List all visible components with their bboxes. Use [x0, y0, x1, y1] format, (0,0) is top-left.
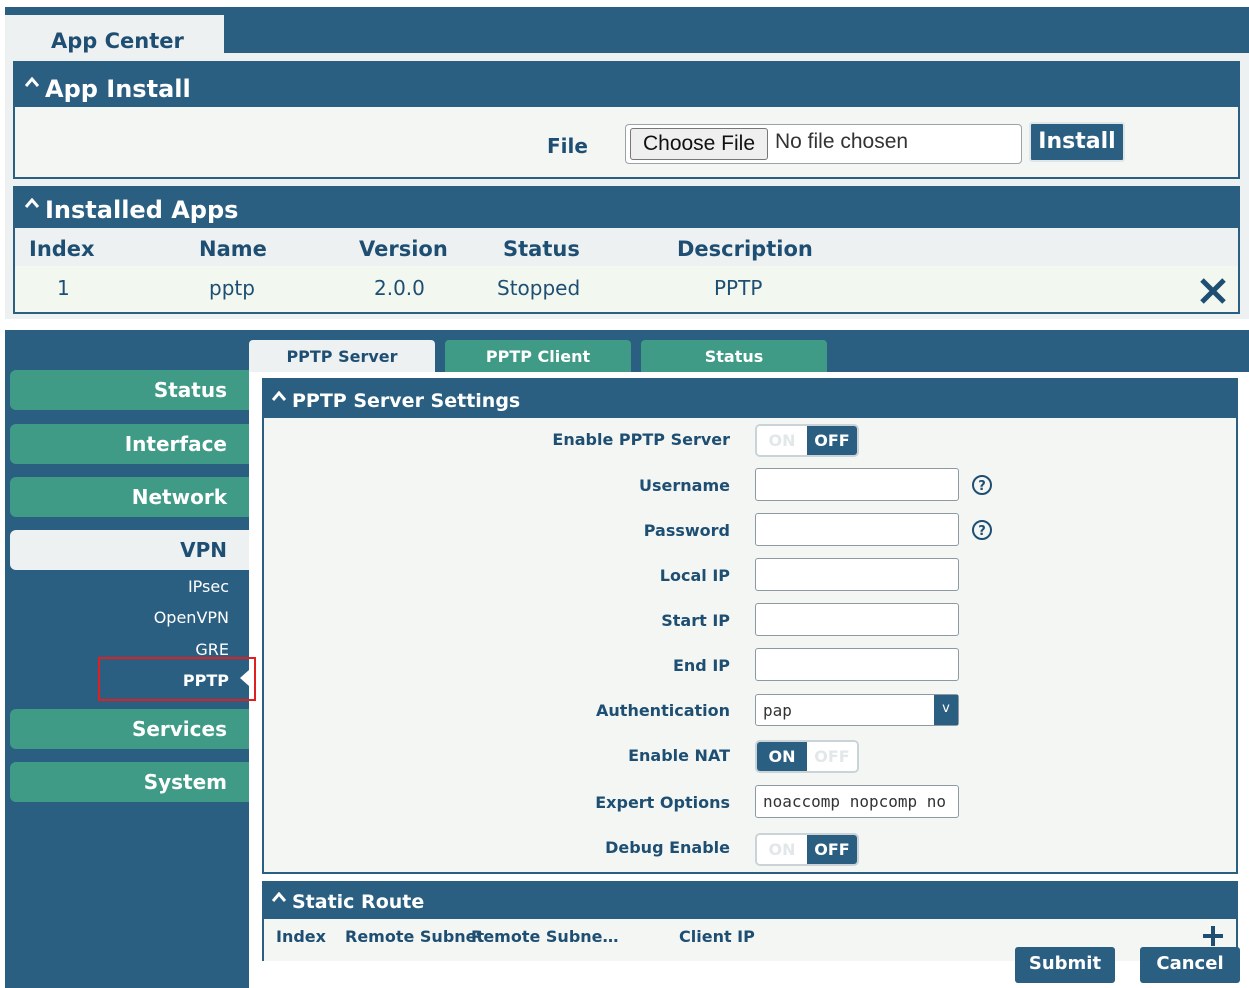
toggle-off-label: OFF [807, 835, 857, 864]
start-ip-input[interactable] [755, 603, 959, 636]
enable-pptp-server-toggle[interactable]: ON OFF [755, 424, 859, 457]
column-header-remote-subnet: Remote Subnet [345, 927, 485, 946]
authentication-value: pap [763, 701, 792, 720]
cancel-button[interactable]: Cancel [1140, 947, 1240, 983]
installed-apps-header[interactable]: Installed Apps [15, 188, 1238, 228]
svg-text:?: ? [978, 524, 986, 539]
help-icon[interactable]: ? [971, 474, 993, 496]
caret-up-icon [25, 77, 39, 89]
installed-apps-table-header: Index Name Version Status Description [15, 228, 1238, 266]
no-file-chosen-text: No file chosen [775, 130, 909, 153]
app-install-section: App Install File Choose File No file cho… [13, 61, 1240, 179]
close-icon[interactable] [1198, 276, 1228, 306]
end-ip-input[interactable] [755, 648, 959, 681]
expert-options-label: Expert Options [595, 793, 730, 812]
sidebar-subitem-ipsec[interactable]: IPsec [10, 577, 229, 596]
local-ip-input[interactable] [755, 558, 959, 591]
pptp-server-settings-header[interactable]: PPTP Server Settings [264, 380, 1236, 418]
enable-pptp-server-label: Enable PPTP Server [552, 430, 730, 449]
plus-icon[interactable] [1200, 923, 1226, 949]
svg-text:?: ? [978, 479, 986, 494]
tab-pptp-server[interactable]: PPTP Server [249, 340, 435, 372]
static-route-title: Static Route [292, 891, 425, 913]
password-input[interactable] [755, 513, 959, 546]
file-label: File [547, 134, 588, 158]
local-ip-label: Local IP [659, 566, 730, 585]
authentication-select[interactable]: pap v [755, 694, 959, 726]
toggle-off-label: OFF [807, 426, 857, 455]
enable-nat-toggle[interactable]: ON OFF [755, 740, 859, 773]
sidebar-item-status[interactable]: Status [10, 370, 249, 410]
help-icon[interactable]: ? [971, 519, 993, 541]
router-config-panel: Status Interface Network VPN IPsec OpenV… [5, 330, 1249, 988]
enable-nat-label: Enable NAT [628, 746, 730, 765]
column-header-name: Name [199, 237, 267, 261]
pptp-server-settings-title: PPTP Server Settings [292, 390, 521, 412]
toggle-on-label: ON [757, 742, 807, 771]
tab-status[interactable]: Status [641, 340, 827, 372]
toggle-off-label: OFF [807, 742, 857, 771]
tab-app-center[interactable]: App Center [5, 15, 224, 61]
authentication-label: Authentication [596, 701, 730, 720]
triangle-left-icon [240, 670, 249, 686]
sidebar-item-vpn[interactable]: VPN [10, 530, 249, 570]
app-install-header[interactable]: App Install [15, 63, 1238, 107]
table-row: 1 pptp 2.0.0 Stopped PPTP [15, 266, 1238, 310]
sidebar-subitem-openvpn[interactable]: OpenVPN [10, 608, 229, 627]
username-label: Username [639, 476, 730, 495]
debug-enable-label: Debug Enable [605, 838, 730, 857]
column-header-status: Status [503, 237, 580, 261]
column-header-description: Description [677, 237, 813, 261]
installed-apps-title: Installed Apps [45, 196, 239, 224]
sidebar-item-interface[interactable]: Interface [10, 424, 249, 464]
sidebar-item-services[interactable]: Services [10, 709, 249, 749]
column-header-index: Index [276, 927, 326, 946]
file-row: File Choose File No file chosen Install [15, 121, 1238, 165]
installed-apps-section: Installed Apps Index Name Version Status… [13, 186, 1240, 314]
debug-enable-toggle[interactable]: ON OFF [755, 833, 859, 866]
column-header-remote-subnet-mask: Remote Subne… [471, 927, 619, 946]
file-input[interactable]: Choose File No file chosen [625, 124, 1022, 164]
cell-version: 2.0.0 [374, 276, 425, 300]
end-ip-label: End IP [672, 656, 730, 675]
username-input[interactable] [755, 468, 959, 501]
choose-file-button[interactable]: Choose File [630, 128, 768, 160]
start-ip-label: Start IP [661, 611, 730, 630]
chevron-down-icon[interactable]: v [934, 695, 958, 725]
column-header-client-ip: Client IP [679, 927, 755, 946]
install-button[interactable]: Install [1029, 122, 1125, 162]
cell-name: pptp [209, 276, 255, 300]
pptp-server-settings-section: PPTP Server Settings Enable PPTP Server … [262, 378, 1238, 874]
pptp-highlight-box [98, 657, 256, 701]
column-header-index: Index [29, 237, 95, 261]
caret-up-icon [272, 391, 286, 403]
cell-index: 1 [57, 276, 70, 300]
column-header-version: Version [359, 237, 448, 261]
cell-status: Stopped [497, 276, 581, 300]
app-center-panel: App Center App Install File Choose File … [5, 7, 1249, 319]
toggle-on-label: ON [757, 835, 807, 864]
cell-description: PPTP [714, 276, 763, 300]
expert-options-input[interactable]: noaccomp nopcomp no [755, 785, 959, 818]
submit-button[interactable]: Submit [1015, 947, 1115, 983]
caret-up-icon [25, 198, 39, 210]
app-install-title: App Install [45, 75, 191, 103]
caret-up-icon [272, 892, 286, 904]
sidebar-item-system[interactable]: System [10, 762, 249, 802]
password-label: Password [643, 521, 730, 540]
toggle-on-label: ON [757, 426, 807, 455]
tab-pptp-client[interactable]: PPTP Client [445, 340, 631, 372]
sidebar-item-network[interactable]: Network [10, 477, 249, 517]
static-route-header[interactable]: Static Route [264, 883, 1236, 919]
